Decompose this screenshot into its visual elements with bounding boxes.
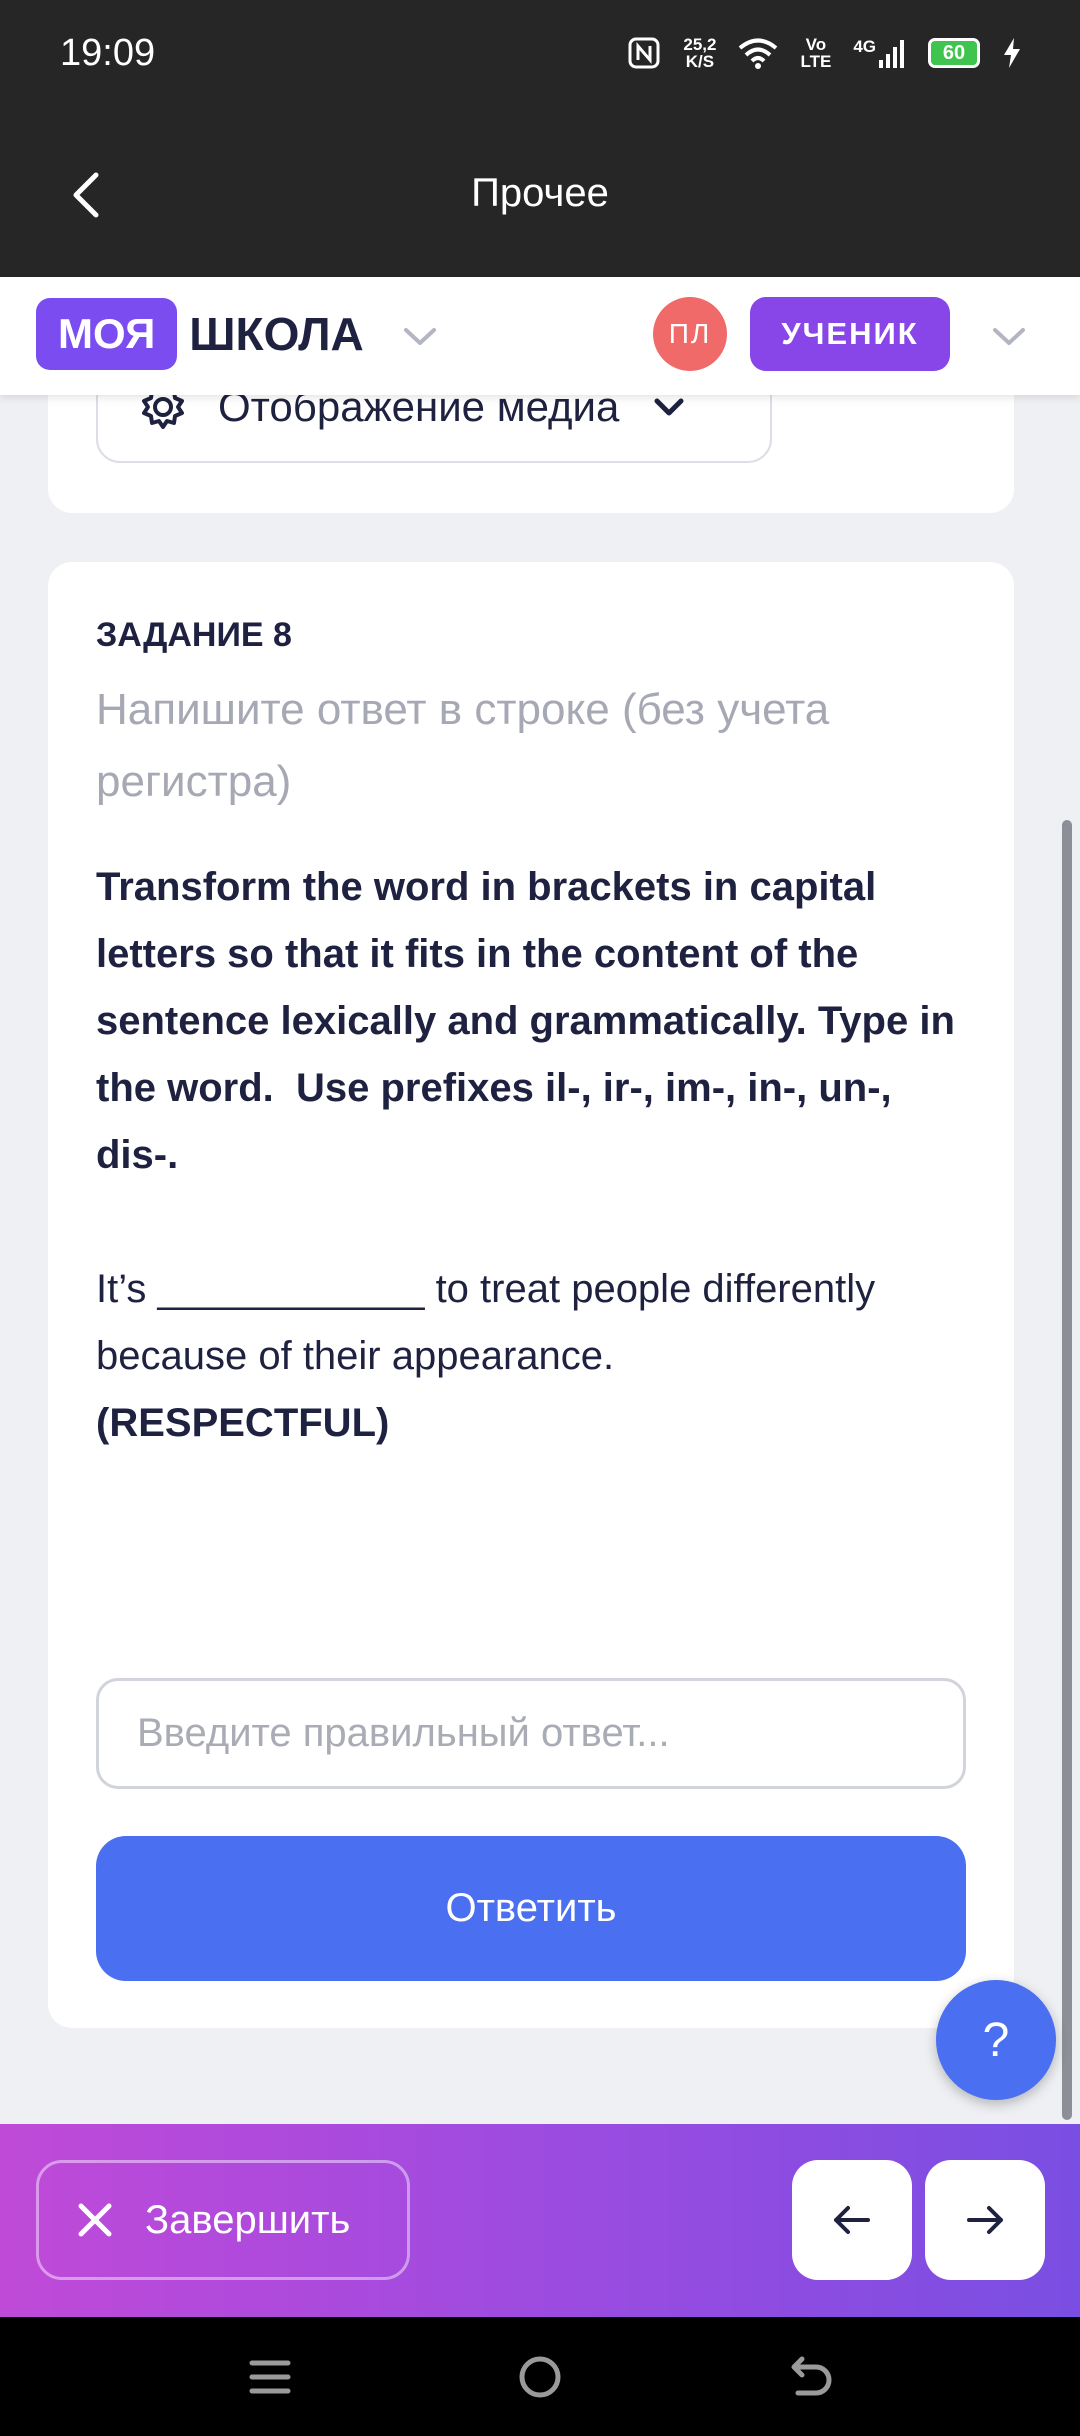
chevron-down-icon[interactable] bbox=[989, 316, 1029, 356]
page-title: Прочее bbox=[471, 171, 609, 215]
avatar[interactable]: ПЛ bbox=[653, 297, 727, 371]
next-button[interactable] bbox=[925, 2160, 1045, 2280]
status-bar: 19:09 25,2 K/S Vo LTE 4G 60 bbox=[0, 0, 1080, 115]
status-icons: 25,2 K/S Vo LTE 4G 60 bbox=[627, 36, 1022, 70]
home-icon[interactable] bbox=[510, 2347, 570, 2407]
site-header: МОЯ ШКОЛА ПЛ УЧЕНИК bbox=[0, 277, 1080, 395]
menu-icon[interactable] bbox=[240, 2347, 300, 2407]
arrow-left-icon bbox=[834, 2206, 870, 2234]
task-instruction: Напишите ответ в строке (без учета регис… bbox=[96, 685, 830, 806]
app-bar: Прочее bbox=[0, 115, 1080, 277]
nfc-icon bbox=[628, 37, 660, 69]
task-bold-intro: Transform the word in brackets in capita… bbox=[96, 865, 967, 1177]
help-button[interactable]: ? bbox=[936, 1980, 1056, 2100]
prev-button[interactable] bbox=[792, 2160, 912, 2280]
chevron-down-icon[interactable] bbox=[400, 316, 440, 356]
scrollbar[interactable] bbox=[1062, 820, 1072, 2120]
logo-part-shkola: ШКОЛА bbox=[189, 308, 364, 360]
role-badge[interactable]: УЧЕНИК bbox=[750, 297, 950, 371]
finish-label: Завершить bbox=[145, 2197, 351, 2242]
back-nav-icon[interactable] bbox=[780, 2347, 840, 2407]
bottom-action-bar: Завершить bbox=[0, 2124, 1080, 2317]
task-body: Transform the word in brackets in capita… bbox=[96, 854, 976, 1457]
system-nav-bar bbox=[0, 2317, 1080, 2436]
cell-signal-icon: 4G bbox=[853, 38, 906, 68]
charging-icon bbox=[1004, 38, 1020, 68]
arrow-right-icon bbox=[967, 2206, 1003, 2234]
net-speed: 25,2 K/S bbox=[683, 35, 717, 71]
answer-input[interactable] bbox=[96, 1678, 966, 1789]
task-keyword: (RESPECTFUL) bbox=[96, 1401, 390, 1445]
task-sentence: It’s ____________ to treat people differ… bbox=[96, 1267, 887, 1378]
logo[interactable]: МОЯ ШКОЛА bbox=[36, 298, 364, 370]
volte-indicator: Vo LTE bbox=[800, 35, 832, 71]
submit-button[interactable]: Ответить bbox=[96, 1836, 966, 1981]
status-time: 19:09 bbox=[60, 32, 156, 74]
logo-part-moya: МОЯ bbox=[36, 298, 178, 370]
close-icon bbox=[78, 2203, 112, 2237]
task-card: ЗАДАНИЕ 8 Напишите ответ в строке (без у… bbox=[48, 562, 1014, 2028]
wifi-icon bbox=[739, 38, 778, 69]
battery-indicator: 60 bbox=[928, 38, 980, 68]
finish-button[interactable]: Завершить bbox=[36, 2160, 410, 2280]
task-number: ЗАДАНИЕ 8 bbox=[96, 616, 292, 654]
